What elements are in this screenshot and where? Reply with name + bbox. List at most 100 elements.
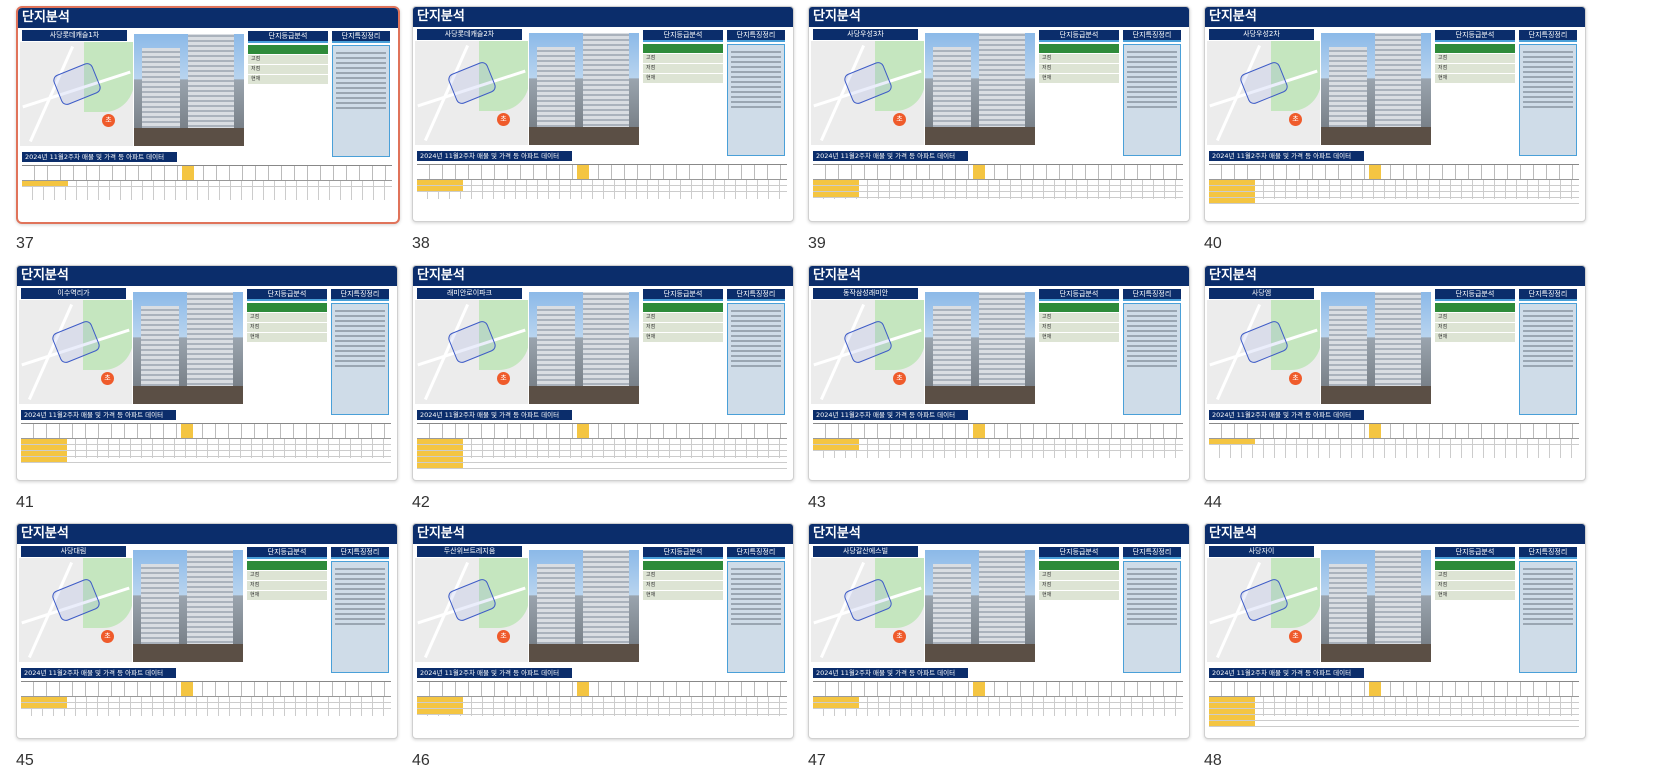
grade-row: 고점 <box>1039 571 1119 580</box>
slide-thumbnail[interactable]: 단지분석 사당롯데캐슬2차 초 단지등급분석 단지특징정리 고점 저점 현재 2024년 11월… <box>412 6 794 222</box>
table-row <box>21 457 391 463</box>
slide-thumbnail-cell[interactable]: 단지분석 사당우성2차 초 단지등급분석 단지특징정리 고점 저점 현재 2024년 11월2주… <box>1204 6 1586 254</box>
slide-thumbnail-cell[interactable]: 단지분석 이수역리가 초 단지등급분석 단지특징정리 고점 저점 현재 2024년 11월2주차… <box>16 265 398 513</box>
grade-row: 저점 <box>643 581 723 590</box>
slide-title: 단지분석 <box>18 8 398 28</box>
slide-thumbnail-cell[interactable]: 단지분석 사당자이 초 단지등급분석 단지특징정리 고점 저점 현재 2024년 11월2주차 … <box>1204 523 1586 771</box>
grade-row <box>643 303 723 312</box>
slide-thumbnail[interactable]: 단지분석 사당자이 초 단지등급분석 단지특징정리 고점 저점 현재 2024년 11월2주차 … <box>1204 523 1586 739</box>
location-map: 초 <box>415 558 528 662</box>
grade-table: 고점 저점 현재 <box>1039 44 1119 84</box>
slide-thumbnail-cell[interactable]: 단지분석 두산위브트레지움 초 단지등급분석 단지특징정리 고점 저점 현재 2024년 11월… <box>412 523 794 771</box>
features-header: 단지특징정리 <box>1123 289 1181 301</box>
features-header: 단지특징정리 <box>331 289 389 301</box>
grade-analysis-header: 단지등급분석 <box>247 547 327 559</box>
slide-thumbnail[interactable]: 단지분석 사당우성3차 초 단지등급분석 단지특징정리 고점 저점 현재 2024년 11월2주… <box>808 6 1190 222</box>
slide-number: 46 <box>412 752 430 769</box>
grade-row <box>247 561 327 570</box>
complex-name: 두산위브트레지움 <box>417 546 522 557</box>
features-header: 단지특징정리 <box>727 547 785 559</box>
price-data-table <box>417 681 787 716</box>
apartment-photo <box>133 550 243 662</box>
school-pin-icon: 초 <box>497 630 510 643</box>
grade-row: 현재 <box>1435 591 1515 600</box>
slide-thumbnail[interactable]: 단지분석 동작삼성래미안 초 단지등급분석 단지특징정리 고점 저점 현재 2024년 11월2… <box>808 265 1190 481</box>
slide-number: 44 <box>1204 494 1222 511</box>
table-row <box>1209 198 1579 204</box>
price-data-table <box>417 164 787 199</box>
slide-thumbnail[interactable]: 단지분석 사당대림 초 단지등급분석 단지특징정리 고점 저점 현재 2024년 11월2주차 … <box>16 523 398 739</box>
school-pin-icon: 초 <box>1289 113 1302 126</box>
grade-row <box>1039 303 1119 312</box>
slide-title: 단지분석 <box>413 524 793 544</box>
features-notes <box>1519 303 1577 415</box>
data-table-header: 2024년 11월2주차 매물 및 가격 등 아파트 데이터 <box>21 668 176 678</box>
school-pin-icon: 초 <box>497 113 510 126</box>
data-table-header: 2024년 11월2주차 매물 및 가격 등 아파트 데이터 <box>22 152 177 162</box>
grade-row: 고점 <box>1435 571 1515 580</box>
slide-title: 단지분석 <box>1205 7 1585 27</box>
grade-table: 고점 저점 현재 <box>643 44 723 84</box>
features-notes <box>1123 44 1181 156</box>
slide-number: 48 <box>1204 752 1222 769</box>
slide-thumbnail[interactable]: 단지분석 사당갈산에스빌 초 단지등급분석 단지특징정리 고점 저점 현재 2024년 11월2… <box>808 523 1190 739</box>
grade-row: 고점 <box>643 313 723 322</box>
grade-table: 고점 저점 현재 <box>247 561 327 601</box>
grade-row: 현재 <box>1435 74 1515 83</box>
slide-thumbnail-cell[interactable]: 단지분석 동작삼성래미안 초 단지등급분석 단지특징정리 고점 저점 현재 2024년 11월2… <box>808 265 1190 513</box>
slide-thumbnail[interactable]: 단지분석 래미안로이파크 초 단지등급분석 단지특징정리 고점 저점 현재 2024년 11월2… <box>412 265 794 481</box>
grade-analysis-header: 단지등급분석 <box>247 289 327 301</box>
school-pin-icon: 초 <box>893 113 906 126</box>
features-notes <box>727 303 785 415</box>
grade-row <box>1039 561 1119 570</box>
slide-thumbnail[interactable]: 단지분석 이수역리가 초 단지등급분석 단지특징정리 고점 저점 현재 2024년 11월2주차… <box>16 265 398 481</box>
apartment-photo <box>133 292 243 404</box>
slide-thumbnail-cell[interactable]: 단지분석 사당롯데캐슬1차 초 단지등급분석 단지특징정리 고점 저점 현재 2024년 11월… <box>16 6 400 254</box>
grade-table: 고점 저점 현재 <box>1039 303 1119 343</box>
features-header: 단지특징정리 <box>1123 30 1181 42</box>
features-notes <box>1519 561 1577 673</box>
grade-row: 현재 <box>643 74 723 83</box>
complex-name: 래미안로이파크 <box>417 288 522 299</box>
slide-thumbnail[interactable]: 단지분석 사당엠 초 단지등급분석 단지특징정리 고점 저점 현재 2024년 11월2주차 매… <box>1204 265 1586 481</box>
table-row <box>813 445 1183 451</box>
table-row <box>417 186 787 192</box>
location-map: 초 <box>1207 300 1320 404</box>
price-data-table <box>813 164 1183 199</box>
slide-thumbnail[interactable]: 단지분석 사당우성2차 초 단지등급분석 단지특징정리 고점 저점 현재 2024년 11월2주… <box>1204 6 1586 222</box>
slide-thumbnail-cell[interactable]: 단지분석 사당갈산에스빌 초 단지등급분석 단지특징정리 고점 저점 현재 2024년 11월2… <box>808 523 1190 771</box>
slide-thumbnail-cell[interactable]: 단지분석 사당우성3차 초 단지등급분석 단지특징정리 고점 저점 현재 2024년 11월2주… <box>808 6 1190 254</box>
location-map: 초 <box>19 558 132 662</box>
table-row <box>813 703 1183 709</box>
school-pin-icon: 초 <box>1289 372 1302 385</box>
features-header: 단지특징정리 <box>727 289 785 301</box>
school-pin-icon: 초 <box>101 372 114 385</box>
features-notes <box>1519 44 1577 156</box>
slide-number: 45 <box>16 752 34 769</box>
slide-title: 단지분석 <box>809 524 1189 544</box>
grade-table: 고점 저점 현재 <box>643 561 723 601</box>
location-map: 초 <box>415 300 528 404</box>
complex-name: 사당엠 <box>1209 288 1314 299</box>
location-map: 초 <box>1207 558 1320 662</box>
slide-thumbnail[interactable]: 단지분석 사당롯데캐슬1차 초 단지등급분석 단지특징정리 고점 저점 현재 2024년 11월… <box>16 6 400 224</box>
price-data-table <box>813 423 1183 458</box>
grade-analysis-header: 단지등급분석 <box>1435 547 1515 559</box>
slide-thumbnail-cell[interactable]: 단지분석 사당엠 초 단지등급분석 단지특징정리 고점 저점 현재 2024년 11월2주차 매… <box>1204 265 1586 513</box>
table-row <box>1209 439 1579 445</box>
slide-thumbnail-cell[interactable]: 단지분석 사당대림 초 단지등급분석 단지특징정리 고점 저점 현재 2024년 11월2주차 … <box>16 523 398 771</box>
slide-thumbnail-cell[interactable]: 단지분석 사당롯데캐슬2차 초 단지등급분석 단지특징정리 고점 저점 현재 2024년 11월… <box>412 6 794 254</box>
grade-row: 저점 <box>247 323 327 332</box>
grade-row: 저점 <box>1039 64 1119 73</box>
apartment-photo <box>529 292 639 404</box>
slide-number: 43 <box>808 494 826 511</box>
data-table-header: 2024년 11월2주차 매물 및 가격 등 아파트 데이터 <box>1209 410 1364 420</box>
slide-thumbnail-cell[interactable]: 단지분석 래미안로이파크 초 단지등급분석 단지특징정리 고점 저점 현재 2024년 11월2… <box>412 265 794 513</box>
grade-analysis-header: 단지등급분석 <box>643 289 723 301</box>
school-pin-icon: 초 <box>102 114 115 127</box>
apartment-photo <box>1321 33 1431 145</box>
grade-row <box>1435 561 1515 570</box>
features-header: 단지특징정리 <box>727 30 785 42</box>
price-data-table <box>1209 423 1579 458</box>
slide-thumbnail[interactable]: 단지분석 두산위브트레지움 초 단지등급분석 단지특징정리 고점 저점 현재 2024년 11월… <box>412 523 794 739</box>
